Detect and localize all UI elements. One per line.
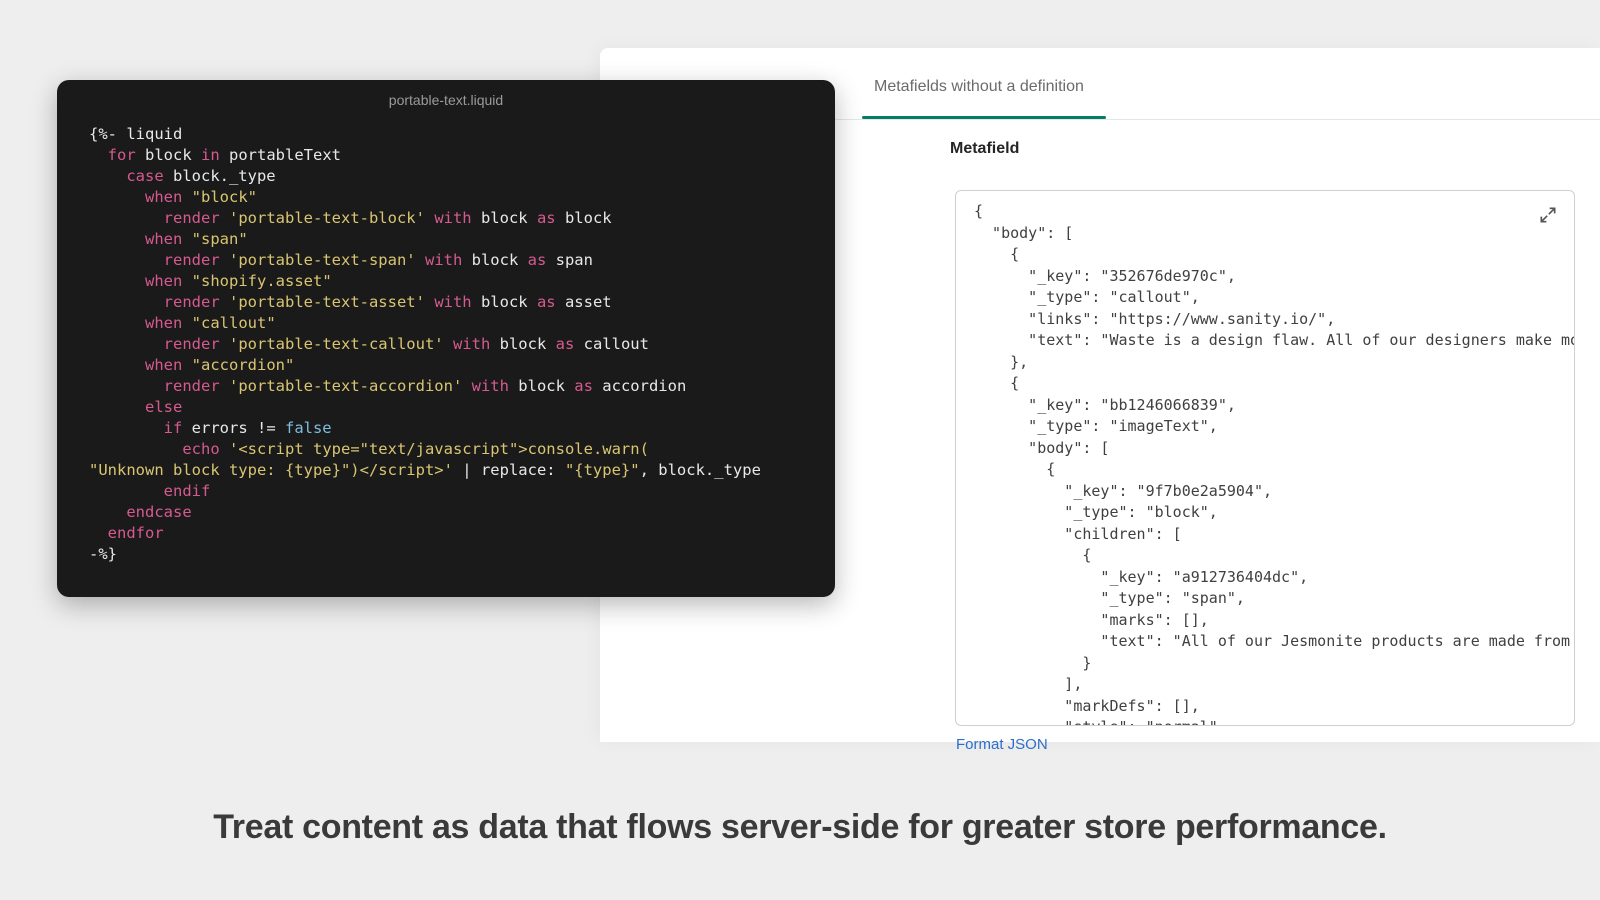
caption-text: Treat content as data that flows server-… (0, 808, 1600, 847)
code-editor-body[interactable]: {%- liquid for block in portableText cas… (57, 108, 835, 581)
json-viewer-card: { "body": [ { "_key": "352676de970c", "_… (955, 190, 1575, 726)
metafield-heading: Metafield (950, 140, 1019, 158)
tab-metafields-without-definition[interactable]: Metafields without a definition (874, 78, 1084, 110)
format-json-link[interactable]: Format JSON (956, 736, 1048, 753)
tab-strip: Metafields without a definition (874, 78, 1084, 110)
expand-icon[interactable] (1538, 205, 1558, 225)
json-content[interactable]: { "body": [ { "_key": "352676de970c", "_… (956, 191, 1574, 726)
code-editor-card: portable-text.liquid {%- liquid for bloc… (57, 80, 835, 597)
code-editor-filename: portable-text.liquid (57, 80, 835, 108)
